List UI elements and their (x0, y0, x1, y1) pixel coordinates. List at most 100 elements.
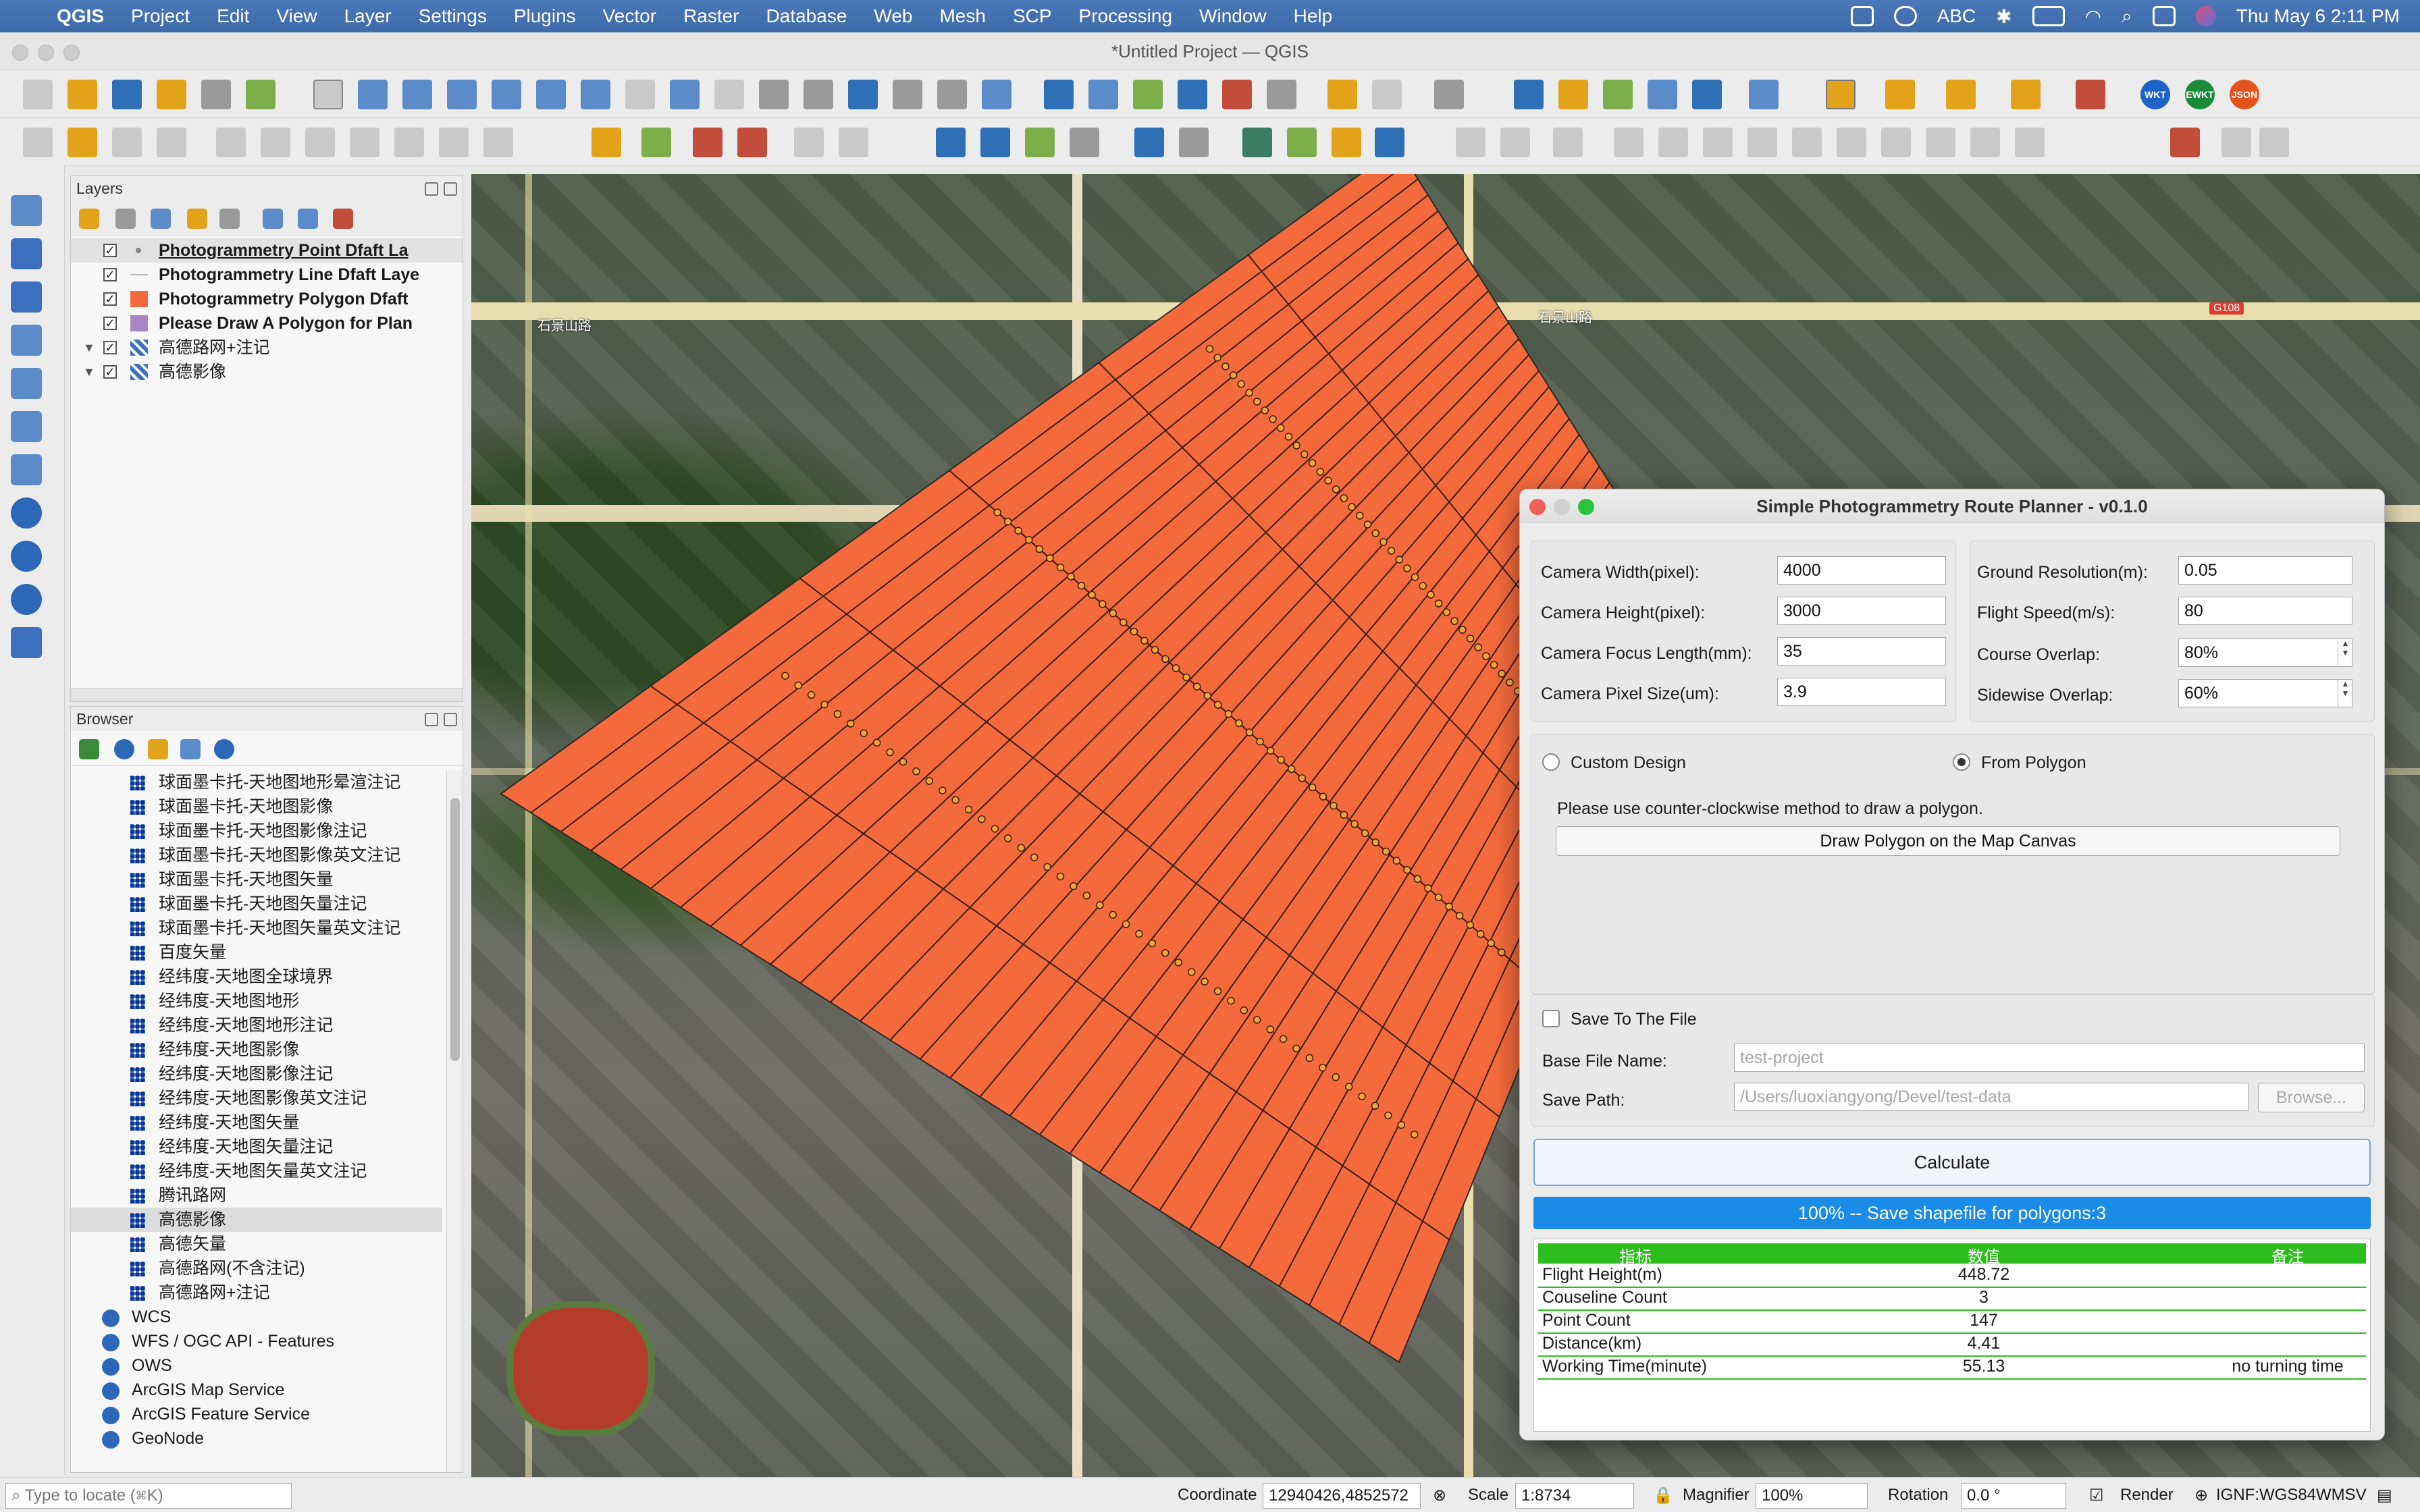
highlight-label-icon[interactable] (693, 128, 722, 157)
course-overlap-stepper-icon[interactable]: ▲ ▼ (2338, 639, 2352, 667)
advanced-digitize-d-icon[interactable] (1614, 128, 1643, 157)
messages-icon[interactable]: ▤ (2377, 1486, 2392, 1505)
show-bookmarks-icon[interactable] (893, 80, 922, 109)
paste-features-icon[interactable] (394, 128, 424, 157)
move-label-icon[interactable] (839, 128, 868, 157)
browser-item[interactable]: 经纬度-天地图矢量英文注记 (71, 1159, 442, 1183)
snapping-options-icon[interactable] (2221, 128, 2251, 157)
layer-row[interactable]: ✓ Photogrammetry Point Dfaft La (71, 238, 463, 263)
close-panel-icon[interactable] (444, 713, 457, 726)
browser-item[interactable]: 球面墨卡托-天地图矢量 (71, 867, 442, 892)
collapse-all-icon[interactable] (298, 209, 318, 229)
collapse-all-icon[interactable] (180, 739, 201, 759)
layer-visibility-checkbox[interactable]: ✓ (103, 244, 117, 257)
browser-service-item[interactable]: GeoNode (71, 1426, 442, 1451)
base-file-name-input[interactable]: test-project (1734, 1044, 2365, 1072)
save-to-file-label[interactable]: Save To The File (1571, 1010, 1697, 1029)
battery-icon[interactable] (2032, 6, 2065, 26)
pixel-size-input[interactable]: 3.9 (1777, 678, 1946, 706)
layer-row[interactable]: ✓ Photogrammetry Polygon Dfaft (71, 287, 463, 311)
custom-design-label[interactable]: Custom Design (1571, 753, 1686, 773)
rotation-spinbox[interactable]: 0.0 ° (1961, 1483, 2066, 1509)
lock-scale-icon[interactable]: 🔒 (1653, 1486, 1673, 1505)
copy-wkt-button[interactable]: WKT (2140, 80, 2170, 109)
properties-info-icon[interactable] (214, 739, 234, 759)
menu-processing[interactable]: Processing (1079, 5, 1173, 27)
manage-visibility-icon[interactable] (151, 209, 171, 229)
menu-web[interactable]: Web (874, 5, 912, 27)
toggle-extents-icon[interactable]: ⊗ (1433, 1486, 1446, 1505)
add-wcs-layer-icon[interactable] (11, 541, 42, 572)
diagram-toolbar-icon[interactable] (641, 128, 671, 157)
layer-row[interactable]: ✓ Please Draw A Polygon for Plan (71, 311, 463, 335)
spotlight-icon[interactable]: ⌕ (2122, 5, 2132, 28)
add-mesh-layer-icon[interactable] (11, 281, 42, 313)
browser-service-item[interactable]: OWS (71, 1353, 442, 1378)
menu-window[interactable]: Window (1199, 5, 1267, 27)
show-hide-labels-icon[interactable] (794, 128, 824, 157)
plugin-e-icon[interactable] (1179, 128, 1209, 157)
layer-visibility-checkbox[interactable]: ✓ (103, 341, 117, 354)
sidewise-overlap-stepper-icon[interactable]: ▲ ▼ (2338, 679, 2352, 707)
plugin-route-icon[interactable] (1749, 80, 1779, 109)
filter-browser-icon[interactable] (148, 739, 168, 759)
add-wms-layer-icon[interactable] (11, 497, 42, 529)
browser-item[interactable]: 经纬度-天地图地形注记 (71, 1013, 442, 1037)
layer-styling-icon[interactable] (79, 209, 99, 229)
zoom-last-icon[interactable] (670, 80, 700, 109)
add-delimited-text-icon[interactable] (11, 325, 42, 356)
camera-width-input[interactable]: 4000 (1777, 556, 1946, 585)
menu-vector[interactable]: Vector (603, 5, 656, 27)
coordinate-field[interactable]: 12940426,4852572 (1263, 1483, 1421, 1509)
style-manager-icon[interactable] (246, 80, 275, 109)
browser-scroll-thumb[interactable] (450, 798, 460, 1061)
browser-item[interactable]: 球面墨卡托-天地图影像 (71, 794, 442, 819)
browser-item[interactable]: 百度矢量 (71, 940, 442, 965)
refresh-icon[interactable] (114, 739, 134, 759)
digitize-line-icon[interactable] (1648, 80, 1677, 109)
pin-label-icon[interactable] (737, 128, 767, 157)
toggle-editing-icon[interactable] (68, 128, 97, 157)
advanced-digitize-j-icon[interactable] (1881, 128, 1911, 157)
snapping-grid-icon[interactable] (2259, 128, 2289, 157)
save-project-icon[interactable] (112, 80, 142, 109)
new-project-icon[interactable] (23, 80, 53, 109)
save-path-input[interactable]: /Users/luoxiangyong/Devel/test-data (1734, 1083, 2248, 1111)
menu-mesh[interactable]: Mesh (939, 5, 985, 27)
menu-settings[interactable]: Settings (419, 5, 487, 27)
remove-layer-icon[interactable] (333, 209, 353, 229)
plugin-a-icon[interactable] (936, 128, 966, 157)
advanced-digitize-g-icon[interactable] (1747, 128, 1777, 157)
browser-item[interactable]: 高德矢量 (71, 1232, 442, 1256)
open-project-icon[interactable] (68, 80, 97, 109)
browser-scrollbar[interactable] (446, 771, 463, 1472)
browser-item[interactable]: 球面墨卡托-天地图地形晕渲注记 (71, 770, 442, 794)
cut-features-icon[interactable] (305, 128, 335, 157)
from-polygon-radio[interactable] (1953, 753, 1970, 771)
zoom-dialog-icon[interactable] (1578, 499, 1594, 515)
add-vector-layer-icon[interactable] (11, 195, 42, 226)
pan-map-icon[interactable] (313, 80, 343, 109)
float-panel-icon[interactable] (425, 182, 438, 196)
browser-item[interactable]: 经纬度-天地图地形 (71, 989, 442, 1013)
add-geopackage-icon[interactable] (1558, 80, 1588, 109)
deselect-features-icon[interactable] (1946, 80, 1976, 109)
locator-icon[interactable] (1372, 80, 1402, 109)
advanced-digitize-e-icon[interactable] (1658, 128, 1688, 157)
layer-visibility-checkbox[interactable]: ✓ (103, 365, 117, 379)
close-dialog-icon[interactable] (1529, 499, 1546, 515)
menu-project[interactable]: Project (131, 5, 190, 27)
menu-raster[interactable]: Raster (683, 5, 739, 27)
close-window-icon[interactable] (12, 45, 28, 61)
save-to-file-checkbox[interactable] (1542, 1010, 1560, 1027)
attribute-table-icon[interactable] (1088, 80, 1118, 109)
browser-item[interactable]: 球面墨卡托-天地图矢量英文注记 (71, 916, 442, 940)
add-group-icon[interactable] (115, 209, 136, 229)
browser-item[interactable]: 经纬度-天地图矢量 (71, 1110, 442, 1135)
locator-search-input[interactable]: ⌕ Type to locate (⌘K) (5, 1483, 292, 1509)
statistics-sum-icon[interactable] (1222, 80, 1252, 109)
expand-arrow-icon[interactable]: ▼ (83, 360, 95, 384)
wifi-icon[interactable]: ◠ (2085, 5, 2101, 28)
plugin-tool-icon[interactable] (1692, 80, 1722, 109)
advanced-digitize-b-icon[interactable] (1500, 128, 1530, 157)
